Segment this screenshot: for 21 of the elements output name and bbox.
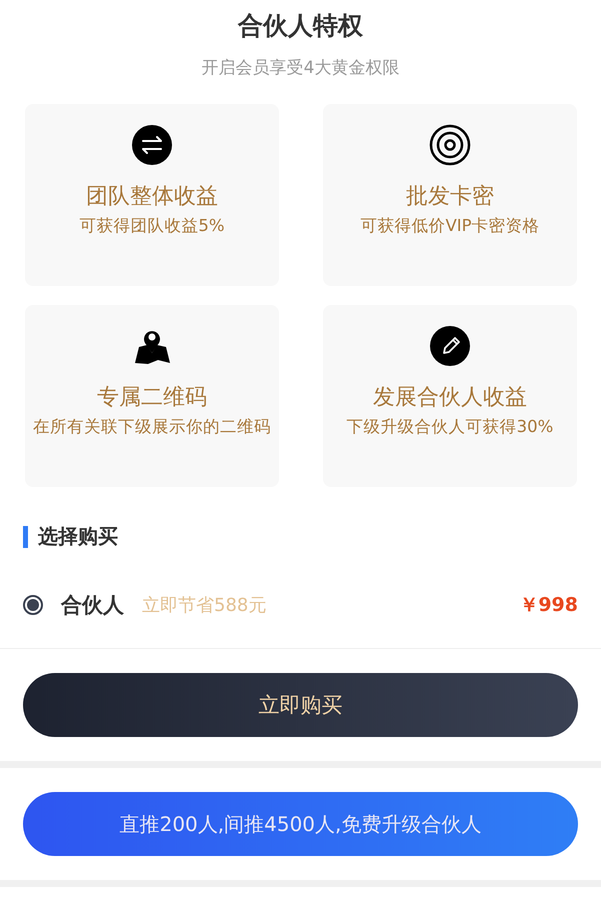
target-icon [429, 124, 471, 166]
saving-text: 立即节省588元 [142, 594, 268, 617]
free-upgrade-button[interactable]: 直推200人,间推4500人,免费升级合伙人 [23, 792, 578, 856]
pencil-icon [429, 325, 471, 367]
section-marker [23, 526, 28, 548]
privilege-title: 专属二维码 [97, 384, 207, 412]
swap-arrows-icon [131, 124, 173, 166]
radio-button[interactable] [23, 595, 43, 615]
privilege-title: 发展合伙人收益 [373, 384, 527, 412]
privilege-title: 团队整体收益 [86, 183, 218, 211]
privilege-description: 可获得团队收益5% [79, 215, 225, 237]
privilege-description: 下级升级合伙人可获得30% [346, 416, 554, 438]
buy-now-button[interactable]: 立即购买 [23, 673, 578, 737]
privilege-description: 可获得低价VIP卡密资格 [360, 215, 540, 237]
privilege-title: 批发卡密 [406, 183, 494, 211]
page-subtitle: 开启会员享受4大黄金权限 [202, 57, 400, 80]
section-title: 选择购买 [38, 523, 118, 550]
price: ￥998 [519, 593, 578, 618]
page-title: 合伙人特权 [238, 10, 363, 42]
privilege-description: 在所有关联下级展示你的二维码 [33, 416, 271, 438]
option-name: 合伙人 [61, 592, 124, 619]
